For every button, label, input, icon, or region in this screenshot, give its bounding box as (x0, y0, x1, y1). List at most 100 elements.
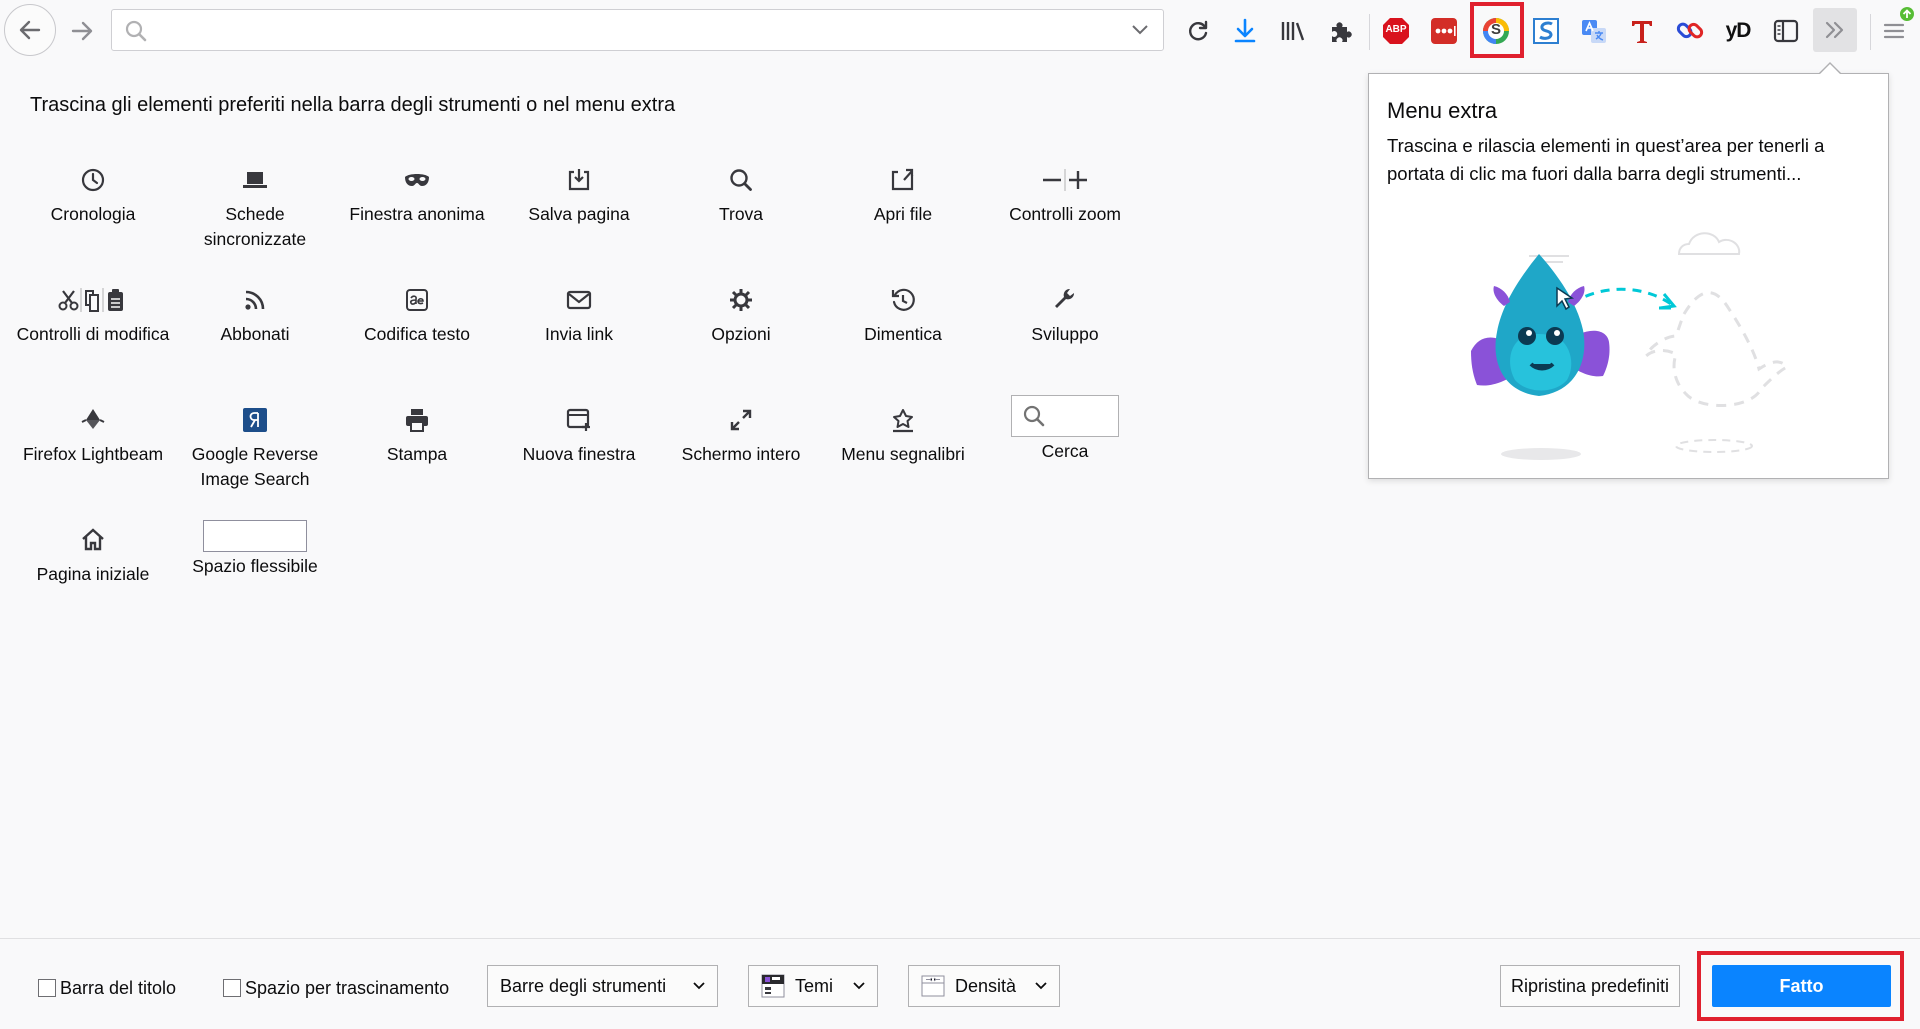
link-chain-icon (1676, 22, 1704, 39)
palette-item-save-page[interactable]: Salva pagina (498, 160, 660, 227)
palette-item-open-file[interactable]: Apri file (822, 160, 984, 227)
forward-arrow-icon (71, 21, 93, 41)
panel-arrow-fill (1819, 64, 1841, 75)
title-bar-checkbox[interactable]: Barra del titolo (38, 976, 176, 1000)
palette-item-forget[interactable]: Dimentica (822, 280, 984, 347)
download-button[interactable] (1224, 10, 1266, 52)
highlight-frame (1470, 2, 1524, 58)
reload-button[interactable] (1177, 10, 1219, 52)
palette-item-label: Salva pagina (528, 204, 630, 224)
palette-item-bookmarks-menu[interactable]: Menu segnalibri (822, 400, 984, 467)
palette-item-label: Spazio flessibile (192, 556, 318, 576)
home-icon (82, 528, 104, 551)
palette-item-search[interactable]: Cerca (984, 395, 1146, 464)
themes-label: Temi (795, 975, 834, 996)
palette-item-label: Trova (718, 204, 764, 224)
palette-item-label: Schermo intero (681, 444, 801, 464)
palette-item-zoom-controls[interactable]: Controlli zoom (984, 160, 1146, 227)
density-label: Densità (955, 975, 1017, 996)
palette-item-label: Abbonati (220, 324, 290, 344)
search-icon (1023, 405, 1045, 427)
palette-item-new-window[interactable]: Nuova finestra (498, 400, 660, 467)
toolbar-separator (1369, 14, 1370, 50)
palette-item-lightbeam[interactable]: Firefox Lightbeam (12, 400, 174, 467)
back-arrow-icon (19, 20, 41, 40)
link-button[interactable] (1669, 10, 1711, 52)
lastpass-button[interactable] (1423, 10, 1465, 52)
palette-item-developer[interactable]: Sviluppo (984, 280, 1146, 347)
gear-icon (730, 289, 752, 311)
edit-controls-icon (58, 288, 123, 312)
restore-defaults-button[interactable]: Ripristina predefiniti (1500, 965, 1680, 1007)
overflow-panel[interactable]: Menu extra Trascina e rilascia elementi … (1368, 73, 1889, 479)
palette-item-synced-tabs[interactable]: Schede sincronizzate (174, 160, 336, 252)
palette-item-home[interactable]: Pagina iniziale (12, 520, 174, 587)
checkbox-label: Barra del titolo (60, 977, 177, 998)
sidebar-button[interactable] (1765, 10, 1807, 52)
menu-hamburger-icon (1883, 23, 1905, 39)
overflow-chevron-icon (1825, 21, 1844, 39)
palette-item-flexible-space[interactable]: Spazio flessibile (174, 514, 336, 579)
palette-item-find[interactable]: Trova (660, 160, 822, 227)
nav-toolbar: ABP S yD (0, 0, 1920, 62)
forward-button[interactable] (56, 5, 108, 57)
yandex-label: yD (1725, 19, 1752, 42)
adblock-plus-button[interactable]: ABP (1375, 10, 1417, 52)
laptop-icon (243, 172, 267, 188)
palette-item-label: Pagina iniziale (36, 564, 150, 584)
scribe-button[interactable] (1525, 10, 1567, 52)
fullscreen-icon (730, 409, 752, 431)
search-widget (1011, 395, 1119, 437)
palette-item-reverse-image[interactable]: Google Reverse Image Search (174, 400, 336, 492)
panel-description: Trascina e rilascia elementi in quest’ar… (1387, 135, 1825, 184)
text-t-icon (1632, 21, 1652, 43)
checkbox-box[interactable] (38, 979, 56, 997)
extensions-button[interactable] (1320, 10, 1362, 52)
library-button[interactable] (1272, 10, 1314, 52)
menu-button[interactable] (1873, 7, 1915, 52)
palette-item-subscribe[interactable]: Abbonati (174, 280, 336, 347)
yandex-button[interactable]: yD (1717, 10, 1759, 52)
palette-item-fullscreen[interactable]: Schermo intero (660, 400, 822, 467)
palette-item-private-window[interactable]: Finestra anonima (336, 160, 498, 227)
palette-item-text-encoding[interactable]: Codifica testo (336, 280, 498, 347)
update-badge-icon (1900, 7, 1914, 21)
palette-item-preferences[interactable]: Opzioni (660, 280, 822, 347)
url-bar[interactable] (111, 9, 1164, 51)
email-icon (566, 290, 592, 310)
text-encoding-icon (406, 289, 428, 311)
sidebar-icon (1773, 19, 1799, 43)
url-input[interactable] (156, 16, 1120, 46)
drag-space-checkbox[interactable]: Spazio per trascinamento (223, 976, 449, 1000)
palette-item-label: Apri file (873, 204, 933, 224)
text-button[interactable] (1621, 10, 1663, 52)
checkbox-label: Spazio per trascinamento (245, 977, 450, 998)
palette-item-label: Invia link (544, 324, 614, 344)
forget-history-icon (891, 288, 915, 311)
palette-item-label: Google Reverse Image Search (191, 444, 319, 489)
palette-item-edit-controls[interactable]: Controlli di modifica (12, 280, 174, 347)
overflow-button[interactable] (1813, 8, 1857, 52)
palette-item-label: Controlli di modifica (16, 324, 170, 344)
density-icon (921, 975, 945, 997)
chevron-down-icon[interactable] (1131, 23, 1149, 37)
restore-label: Ripristina predefiniti (1510, 975, 1670, 996)
palette-item-label: Sviluppo (1031, 324, 1099, 344)
toolbars-dropdown[interactable]: Barre degli strumenti (487, 965, 718, 1007)
chevron-down-icon (853, 982, 865, 990)
checkbox-box[interactable] (223, 979, 241, 997)
dragon-illustration (1471, 232, 1790, 460)
palette-item-email-link[interactable]: Invia link (498, 280, 660, 347)
palette-item-history[interactable]: Cronologia (12, 160, 174, 227)
translate-icon (1582, 20, 1606, 43)
adblock-label: ABP (1385, 24, 1407, 35)
palette-item-label: Firefox Lightbeam (22, 444, 164, 464)
translate-button[interactable] (1573, 10, 1615, 52)
palette-item-print[interactable]: Stampa (336, 400, 498, 467)
toolbars-label: Barre degli strumenti (500, 975, 667, 996)
back-button[interactable] (4, 4, 56, 56)
density-dropdown[interactable]: Densità (908, 965, 1060, 1007)
themes-dropdown[interactable]: Temi (748, 965, 878, 1007)
printer-icon (406, 409, 428, 432)
zoom-controls-icon (1043, 169, 1087, 191)
